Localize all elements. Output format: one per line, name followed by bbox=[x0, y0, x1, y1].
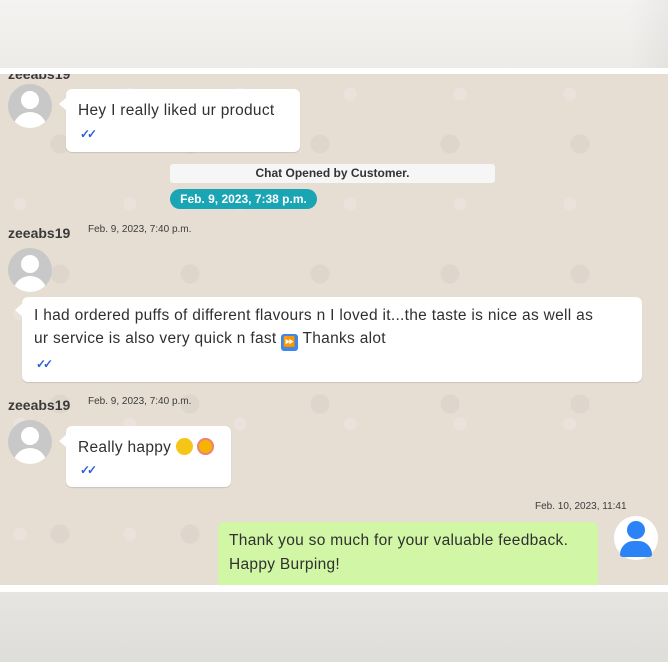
blurred-background-bottom bbox=[0, 592, 668, 662]
user-avatar-icon bbox=[8, 248, 52, 292]
message-text-part: ur service is also very quick n fast bbox=[34, 330, 277, 347]
reply-text-line: Thank you so much for your valuable feed… bbox=[229, 532, 569, 549]
reply-timestamp: Feb. 10, 2023, 11:41 bbox=[535, 501, 627, 512]
message-bubble: Hey I really liked ur product ✓✓ bbox=[59, 89, 300, 152]
chat-window[interactable]: zeeabs19 Hey I really liked ur product ✓… bbox=[0, 74, 668, 585]
double-check-icon: ✓✓ bbox=[36, 357, 53, 371]
message-bubble: Really happy ✓✓ bbox=[59, 426, 231, 487]
user-avatar-icon bbox=[8, 84, 52, 128]
reply-text-line: Happy Burping! bbox=[229, 556, 341, 573]
message-text-line: ur service is also very quick n fast ⏩ T… bbox=[34, 327, 630, 351]
clipped-sender-name: zeeabs19 bbox=[8, 74, 71, 82]
message-text-line: I had ordered puffs of different flavour… bbox=[34, 307, 594, 324]
system-message: Chat Opened by Customer. bbox=[170, 164, 495, 183]
blurred-background-top bbox=[0, 0, 668, 70]
agent-user-icon bbox=[614, 516, 658, 560]
user-avatar-icon bbox=[8, 420, 52, 464]
grinning-emoji-icon bbox=[175, 438, 193, 455]
message-text: Really happy bbox=[78, 439, 172, 456]
message-timestamp: Feb. 9, 2023, 7:40 p.m. bbox=[88, 224, 192, 235]
reply-bubble: Thank you so much for your valuable feed… bbox=[218, 522, 598, 585]
sender-name: zeeabs19 bbox=[8, 225, 71, 241]
message-text: Hey I really liked ur product bbox=[78, 102, 275, 119]
sender-name: zeeabs19 bbox=[8, 397, 71, 413]
message-bubble: I had ordered puffs of different flavour… bbox=[15, 297, 642, 382]
date-pill: Feb. 9, 2023, 7:38 p.m. bbox=[170, 189, 317, 209]
fast-forward-emoji-icon: ⏩ bbox=[281, 334, 299, 351]
double-check-icon: ✓✓ bbox=[80, 127, 97, 141]
double-check-icon: ✓✓ bbox=[80, 463, 97, 477]
smiling-hearts-emoji-icon bbox=[197, 438, 215, 455]
message-text-part: Thanks alot bbox=[302, 330, 386, 347]
message-timestamp: Feb. 9, 2023, 7:40 p.m. bbox=[88, 396, 192, 407]
